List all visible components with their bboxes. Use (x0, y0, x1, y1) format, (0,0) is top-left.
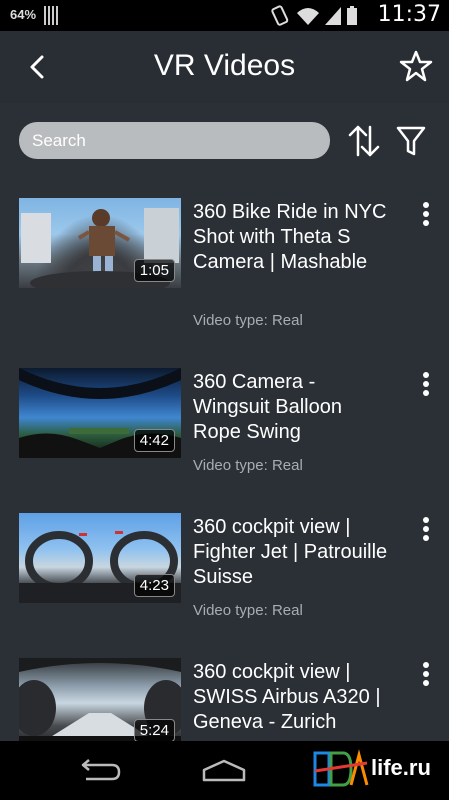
favorite-button[interactable] (399, 49, 433, 83)
video-duration: 4:42 (133, 429, 175, 452)
list-item[interactable]: 4:42 360 Camera - Wingsuit Balloon Rope … (0, 368, 449, 508)
video-type: Video type: Real (193, 457, 303, 474)
watermark: life.ru (313, 749, 443, 789)
more-options-button[interactable] (414, 658, 438, 690)
search-placeholder: Search (32, 131, 86, 150)
filter-button[interactable] (395, 124, 427, 158)
page-title: VR Videos (153, 49, 296, 82)
return-arrow-icon (81, 759, 121, 781)
list-item[interactable]: 1:05 360 Bike Ride in NYC Shot with Thet… (0, 198, 449, 338)
more-options-button[interactable] (414, 513, 438, 545)
pdalife-logo (313, 749, 369, 787)
status-bar: 64% 11:37 (0, 0, 449, 31)
video-title[interactable]: 360 cockpit view | SWISS Airbus A320 | G… (193, 660, 393, 735)
star-icon (399, 50, 433, 82)
video-duration: 4:23 (133, 574, 175, 597)
app-bar: VR Videos (0, 31, 449, 103)
signal-icon (325, 7, 341, 25)
more-options-button[interactable] (414, 198, 438, 230)
video-duration: 1:05 (133, 259, 175, 282)
video-title[interactable]: 360 Bike Ride in NYC Shot with Theta S C… (193, 200, 393, 275)
more-options-button[interactable] (414, 368, 438, 400)
system-status-icons (271, 5, 357, 26)
filter-icon (396, 126, 426, 156)
video-thumbnail[interactable]: 4:23 (19, 513, 181, 603)
video-list-screen: Search 1:05 360 Bike Ride in NYC Shot wi… (0, 103, 449, 741)
video-title[interactable]: 360 cockpit view | Fighter Jet | Patroui… (193, 515, 393, 590)
list-item[interactable]: 5:24 360 cockpit view | SWISS Airbus A32… (0, 658, 449, 741)
video-thumbnail[interactable]: 5:24 (19, 658, 181, 741)
sort-arrows-icon (348, 125, 380, 157)
video-title[interactable]: 360 Camera - Wingsuit Balloon Rope Swing (193, 370, 393, 445)
nav-home-button[interactable] (200, 758, 248, 782)
list-item[interactable]: 4:23 360 cockpit view | Fighter Jet | Pa… (0, 513, 449, 653)
video-thumbnail[interactable]: 1:05 (19, 198, 181, 288)
vibrate-icon (271, 5, 289, 26)
system-nav-bar: life.ru (0, 741, 449, 800)
barcode-icon (44, 6, 60, 25)
battery-icon (347, 6, 357, 25)
watermark-text: life.ru (371, 755, 431, 780)
nav-back-button[interactable] (76, 758, 122, 782)
clock: 11:37 (377, 2, 441, 27)
sort-button[interactable] (347, 123, 381, 159)
battery-percent: 64% (10, 7, 37, 22)
video-thumbnail[interactable]: 4:42 (19, 368, 181, 458)
search-input[interactable]: Search (19, 122, 330, 159)
home-icon (202, 759, 246, 782)
video-type: Video type: Real (193, 312, 303, 329)
wifi-icon (297, 8, 319, 25)
video-type: Video type: Real (193, 602, 303, 619)
video-duration: 5:24 (133, 719, 175, 741)
